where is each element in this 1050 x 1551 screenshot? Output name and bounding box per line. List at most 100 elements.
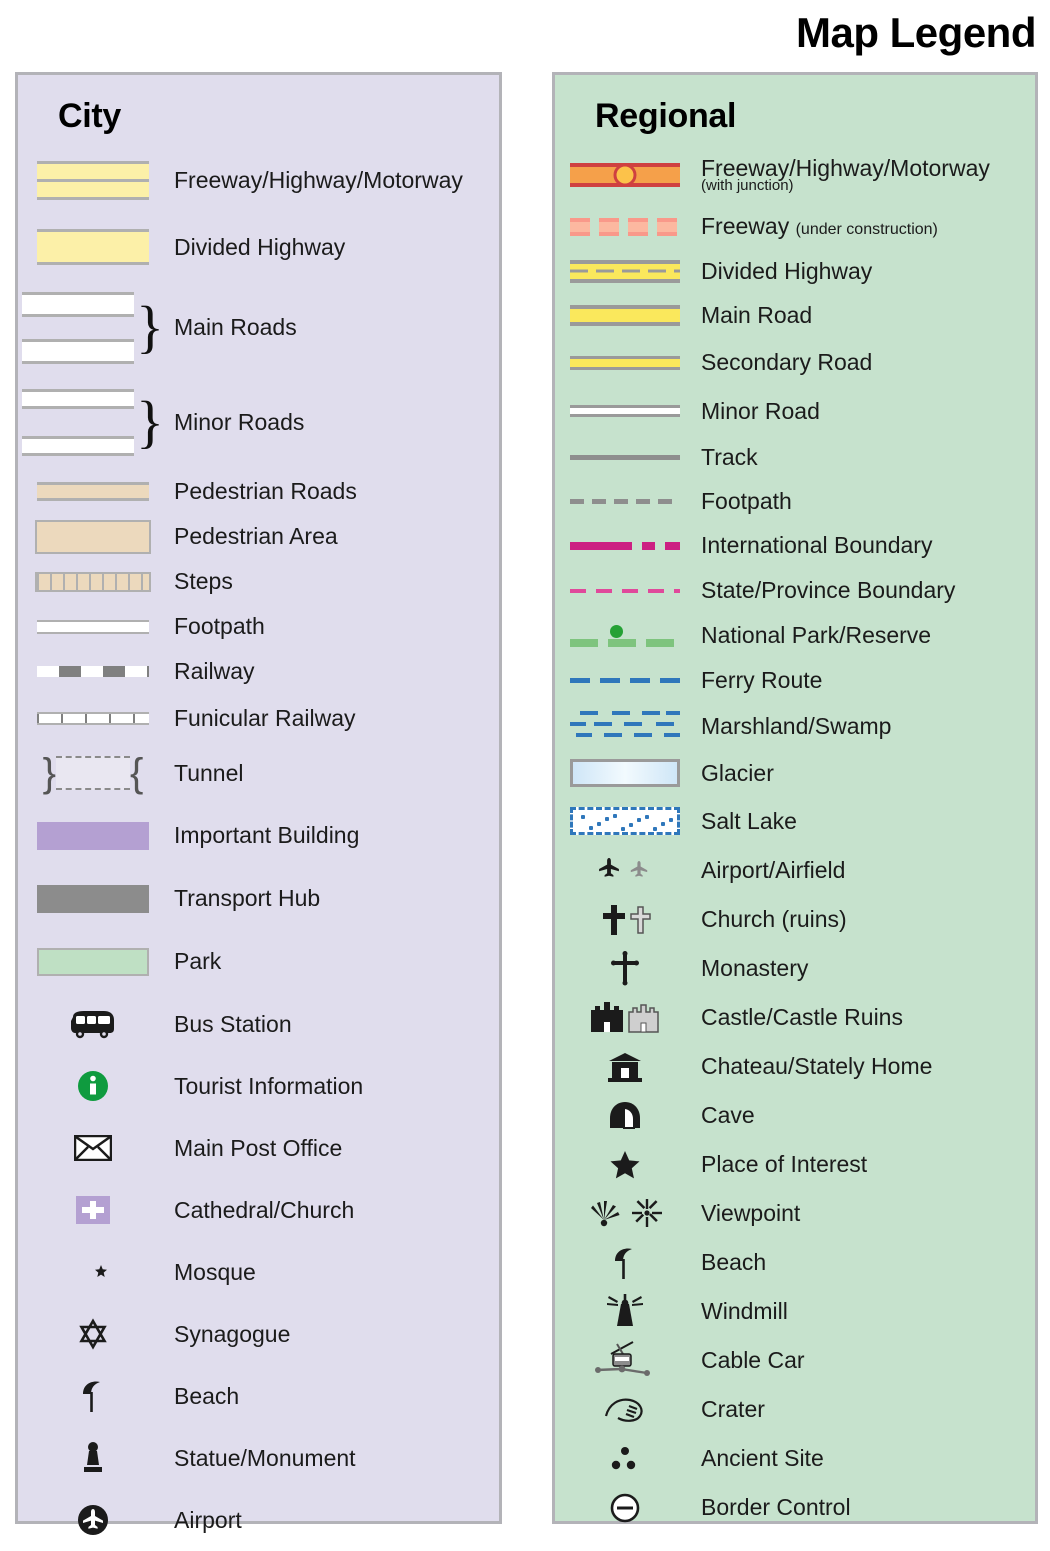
legend-label: Airport/Airfield (701, 857, 846, 884)
legend-item-city-tourist-information[interactable]: Tourist Information (18, 1055, 499, 1117)
legend-item-city-important-building[interactable]: Important Building (18, 804, 499, 867)
legend-item-city-footpath[interactable]: Footpath (18, 604, 499, 649)
city-steps-swatch (18, 571, 168, 592)
legend-item-state-boundary[interactable]: State/Province Boundary (555, 568, 1035, 613)
legend-item-marshland[interactable]: Marshland/Swamp (555, 702, 1035, 750)
legend-item-city-freeway[interactable]: Freeway/Highway/Motorway (18, 146, 499, 214)
legend-item-castle[interactable]: Castle/Castle Ruins (555, 993, 1035, 1042)
windmill-icon (555, 1293, 695, 1330)
legend-item-city-airport[interactable]: Airport (18, 1489, 499, 1551)
legend-item-border-control[interactable]: Border Control (555, 1483, 1035, 1532)
city-legend-panel: City Freeway/Highway/Motorway Divided Hi… (15, 72, 502, 1535)
legend-label: Marshland/Swamp (701, 712, 892, 739)
legend-item-cable-car[interactable]: Cable Car (555, 1336, 1035, 1385)
page-title: Map Legend (795, 9, 1037, 56)
legend-item-city-cathedral[interactable]: Cathedral/Church (18, 1179, 499, 1241)
legend-label: Beach (174, 1382, 240, 1409)
legend-label: Church (ruins) (701, 906, 847, 933)
legend-label: Park (174, 948, 222, 975)
legend-item-regional-divided-highway[interactable]: Divided Highway (555, 249, 1035, 293)
legend-item-city-steps[interactable]: Steps (18, 559, 499, 604)
legend-item-city-railway[interactable]: Railway (18, 649, 499, 694)
legend-item-city-minor-roads[interactable]: } Minor Roads (18, 375, 499, 469)
legend-item-crater[interactable]: Crater (555, 1385, 1035, 1434)
city-panel-heading: City (58, 97, 122, 135)
legend-item-regional-beach[interactable]: Beach (555, 1238, 1035, 1287)
border-control-icon (555, 1492, 695, 1524)
legend-item-city-bus-station[interactable]: Bus Station (18, 993, 499, 1055)
legend-label: Glacier (701, 759, 774, 786)
city-minor-roads-swatch: } (18, 388, 168, 456)
legend-label: Salt Lake (701, 807, 797, 834)
airplane-icon (555, 855, 695, 887)
legend-item-chateau[interactable]: Chateau/Stately Home (555, 1042, 1035, 1091)
legend-item-glacier[interactable]: Glacier (555, 750, 1035, 796)
regional-minor-road-swatch (555, 405, 695, 417)
legend-item-windmill[interactable]: Windmill (555, 1287, 1035, 1336)
star-of-david-icon (18, 1318, 168, 1350)
legend-item-regional-minor-road[interactable]: Minor Road (555, 387, 1035, 435)
legend-item-regional-secondary-road[interactable]: Secondary Road (555, 338, 1035, 387)
legend-label: Monastery (701, 955, 809, 982)
legend-item-international-boundary[interactable]: International Boundary (555, 523, 1035, 568)
legend-item-salt-lake[interactable]: Salt Lake (555, 796, 1035, 846)
legend-item-regional-footpath[interactable]: Footpath (555, 479, 1035, 523)
legend-item-city-park[interactable]: Park (18, 930, 499, 993)
legend-label: Divided Highway (174, 233, 346, 260)
legend-label: Freeway/Highway/Motorway (174, 166, 463, 193)
ancient-site-icon (555, 1445, 695, 1473)
legend-item-city-tunnel[interactable]: } { Tunnel (18, 742, 499, 804)
city-main-roads-swatch: } (18, 291, 168, 364)
statue-icon (18, 1441, 168, 1475)
legend-item-national-park[interactable]: National Park/Reserve (555, 613, 1035, 658)
legend-label: Transport Hub (174, 885, 321, 912)
legend-item-city-transport-hub[interactable]: Transport Hub (18, 867, 499, 930)
viewpoint-icon (555, 1197, 695, 1231)
legend-item-monastery[interactable]: Monastery (555, 944, 1035, 993)
legend-label-sub: (under construction) (795, 221, 938, 239)
legend-item-ferry-route[interactable]: Ferry Route (555, 658, 1035, 702)
legend-item-city-funicular[interactable]: Funicular Railway (18, 694, 499, 742)
legend-label: Beach (701, 1249, 767, 1276)
city-funicular-railway-swatch (18, 711, 168, 725)
legend-item-city-beach[interactable]: Beach (18, 1365, 499, 1427)
legend-item-city-divided-highway[interactable]: Divided Highway (18, 214, 499, 280)
legend-label: Castle/Castle Ruins (701, 1004, 903, 1031)
legend-item-regional-freeway-construction[interactable]: Freeway (under construction) (555, 204, 1035, 249)
glacier-swatch (555, 759, 695, 787)
regional-panel-heading: Regional (595, 97, 737, 135)
legend-label: Steps (174, 568, 233, 595)
legend-label: Main Road (701, 302, 813, 329)
legend-item-city-statue[interactable]: Statue/Monument (18, 1427, 499, 1489)
legend-item-cave[interactable]: Cave (555, 1091, 1035, 1140)
regional-footpath-swatch (555, 498, 695, 504)
legend-label: Cable Car (701, 1347, 805, 1374)
cable-car-icon (555, 1340, 695, 1381)
legend-item-city-post-office[interactable]: Main Post Office (18, 1117, 499, 1179)
legend-item-city-pedestrian-area[interactable]: Pedestrian Area (18, 514, 499, 559)
regional-main-road-swatch (555, 305, 695, 326)
legend-item-city-main-roads[interactable]: } Main Roads (18, 280, 499, 375)
legend-item-church-ruins[interactable]: Church (ruins) (555, 895, 1035, 944)
legend-item-city-synagogue[interactable]: Synagogue (18, 1303, 499, 1365)
airport-circle-icon (18, 1504, 168, 1536)
bus-icon (18, 1009, 168, 1039)
legend-item-regional-track[interactable]: Track (555, 435, 1035, 479)
legend-label: Tourist Information (174, 1072, 364, 1099)
legend-item-viewpoint[interactable]: Viewpoint (555, 1189, 1035, 1238)
legend-item-city-pedestrian-roads[interactable]: Pedestrian Roads (18, 469, 499, 514)
information-icon (18, 1070, 168, 1102)
legend-item-regional-main-road[interactable]: Main Road (555, 293, 1035, 338)
city-pedestrian-road-swatch (18, 482, 168, 501)
legend-label: Freeway/Highway/Motorway (with junction) (695, 156, 990, 194)
legend-item-ancient-site[interactable]: Ancient Site (555, 1434, 1035, 1483)
legend-item-city-mosque[interactable]: Mosque (18, 1241, 499, 1303)
legend-item-place-of-interest[interactable]: Place of Interest (555, 1140, 1035, 1189)
legend-item-airport-airfield[interactable]: Airport/Airfield (555, 846, 1035, 895)
legend-label: Railway (174, 658, 255, 685)
legend-label: Main Roads (174, 314, 297, 341)
envelope-icon (18, 1135, 168, 1161)
legend-item-regional-freeway[interactable]: Freeway/Highway/Motorway (with junction) (555, 146, 1035, 204)
cross-square-icon (18, 1196, 168, 1224)
ferry-route-swatch (555, 677, 695, 683)
